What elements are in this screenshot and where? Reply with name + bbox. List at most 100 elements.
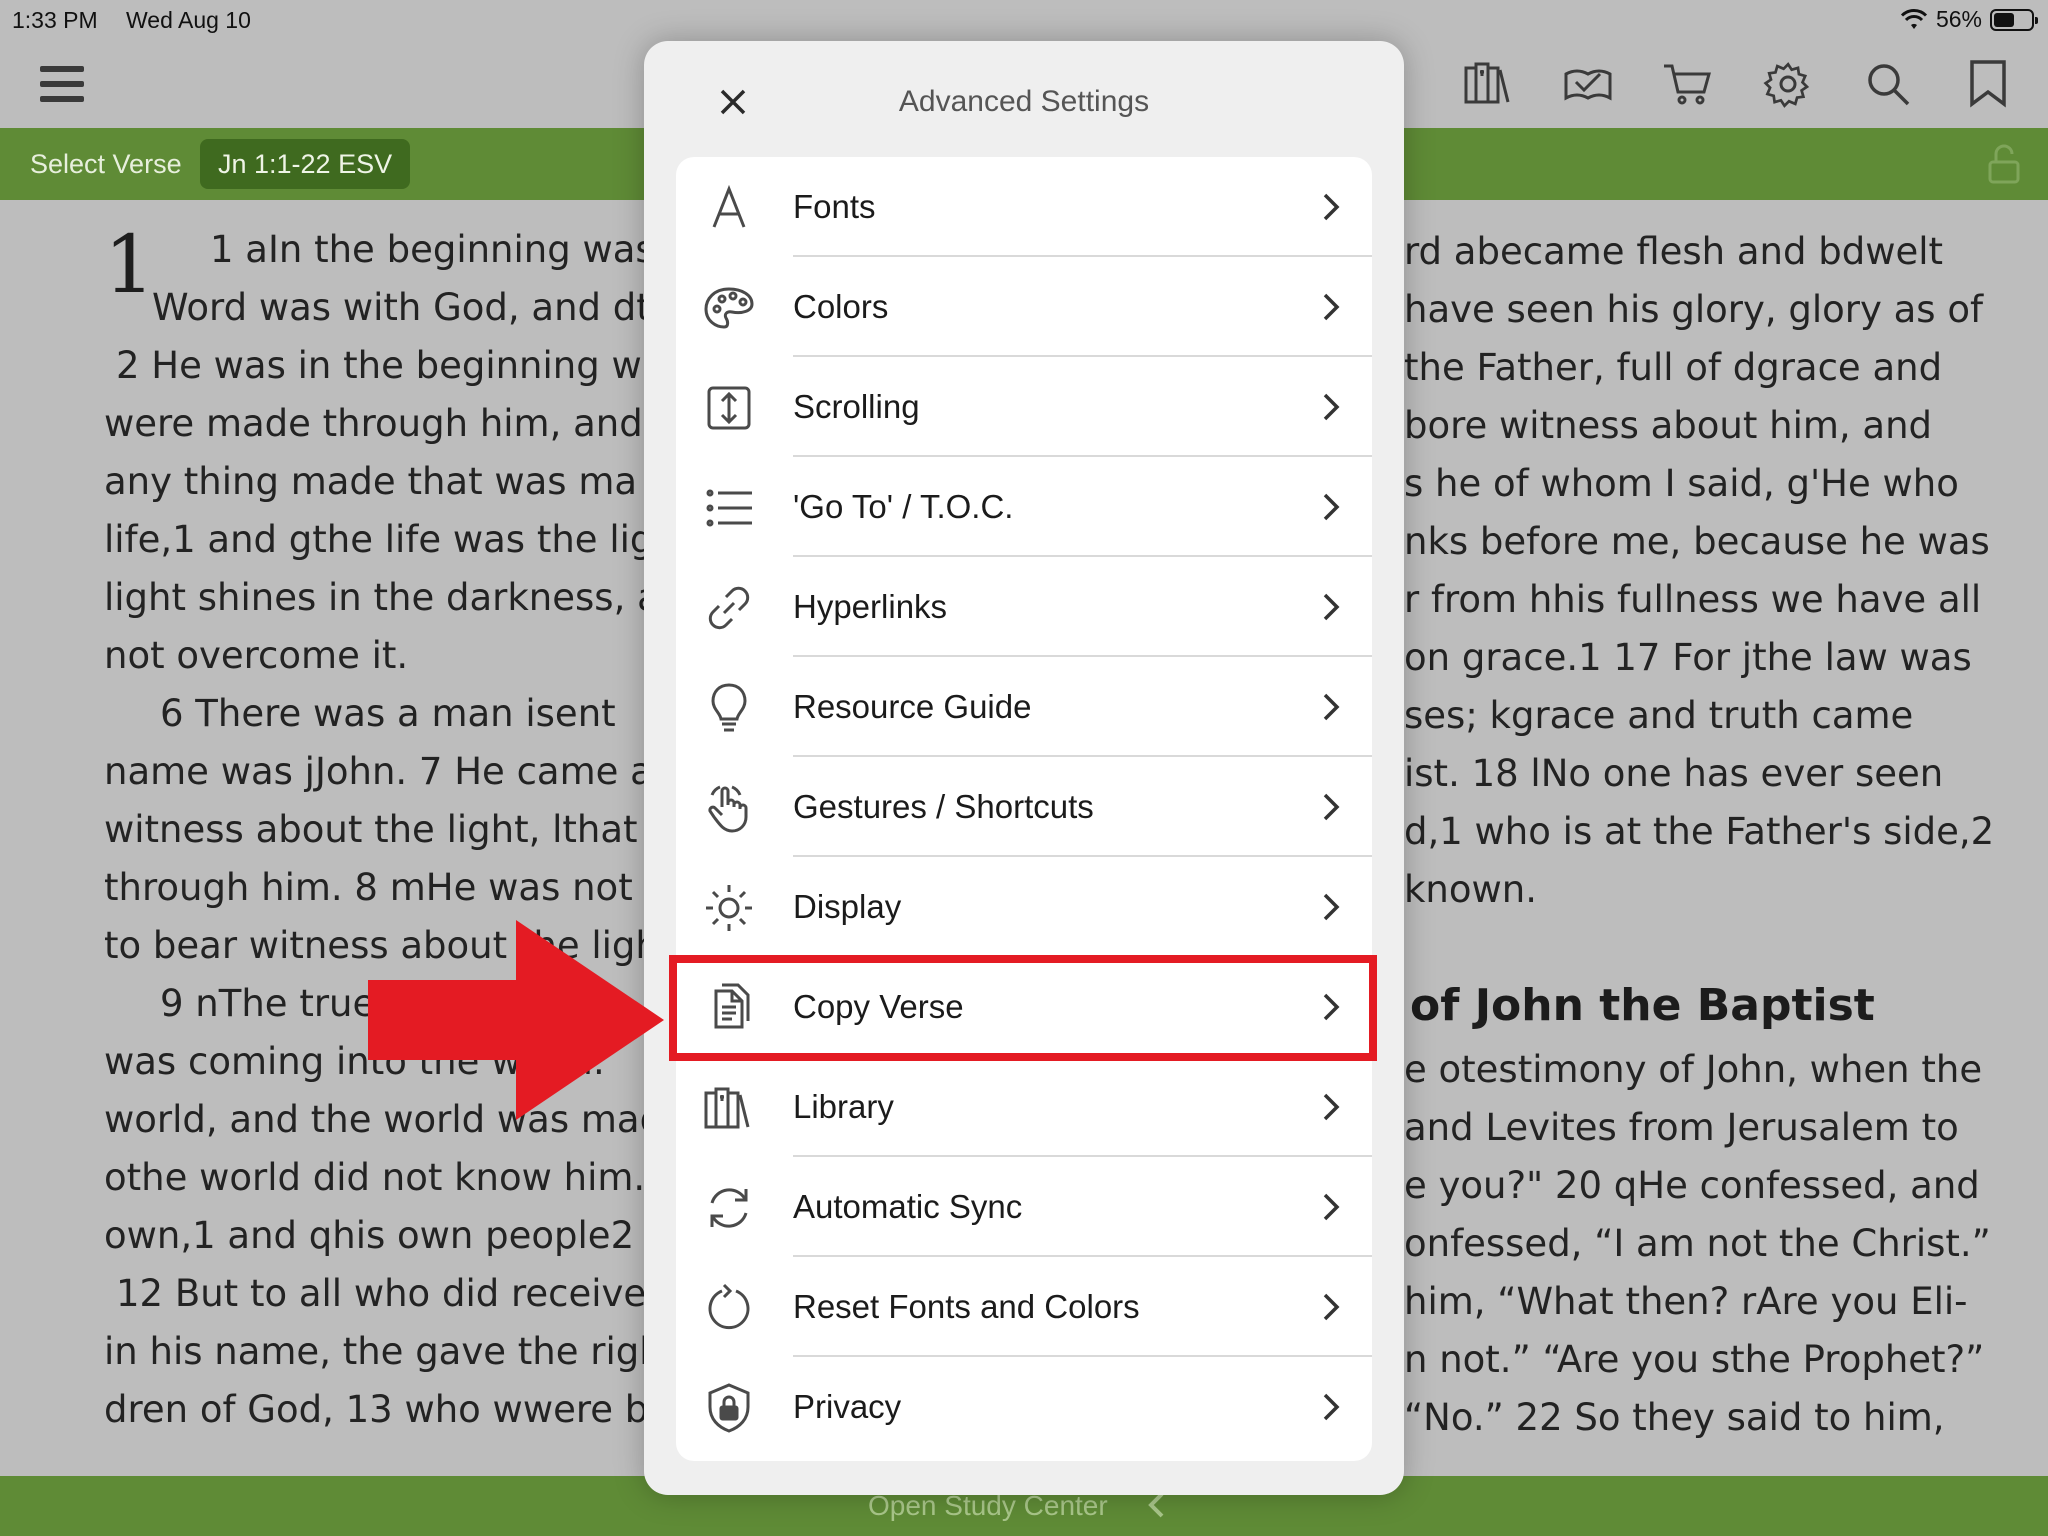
reading-line: Word was with God, and dt [152, 286, 651, 329]
reading-line: 1 aIn the beginning was b [210, 228, 690, 271]
passage-reference[interactable]: Jn 1:1-22 ESV [200, 139, 411, 189]
reading-line: “No.” 22 So they said to him, [1404, 1396, 1945, 1439]
section-heading: of John the Baptist [1410, 980, 1875, 1031]
menu-item-privacy[interactable]: Privacy [676, 1357, 1372, 1457]
status-time: 1:33 PM [12, 7, 98, 33]
reading-line: s he of whom I said, g'He who [1404, 462, 1959, 505]
menu-item-fonts[interactable]: Fonts [676, 157, 1372, 257]
hand-icon [702, 781, 756, 835]
menu-item-automatic-sync[interactable]: Automatic Sync [676, 1157, 1372, 1257]
scroll-icon [702, 381, 756, 435]
reading-line: were made through him, and w [104, 402, 685, 445]
chevron-right-icon [1316, 791, 1346, 823]
chevron-right-icon [1316, 1391, 1346, 1423]
reading-line: bore witness about him, and [1404, 404, 1933, 447]
reading-line: 12 But to all who did receive [116, 1272, 647, 1315]
bookmark-icon[interactable] [1962, 58, 2014, 110]
menu-item-label: Library [793, 1088, 894, 1125]
menu-item-label: Hyperlinks [793, 588, 948, 625]
unlock-icon[interactable] [1982, 142, 2026, 186]
menu-item-colors[interactable]: Colors [676, 257, 1372, 357]
advanced-settings-dialog: Advanced Settings Fonts Colors Scrolling 'G… [644, 41, 1404, 1495]
shield-lock-icon [702, 1381, 756, 1435]
menu-item-hyperlinks[interactable]: Hyperlinks [676, 557, 1372, 657]
menu-icon[interactable] [36, 58, 88, 110]
chevron-right-icon [1316, 991, 1346, 1023]
reading-line: own,1 and qhis own people2 rd [104, 1214, 684, 1257]
close-icon[interactable] [718, 87, 748, 117]
chapter-number: 1 [104, 218, 155, 311]
reading-line: dren of God, 13 who wwere b [104, 1388, 649, 1431]
reading-line: and Levites from Jerusalem to [1404, 1106, 1959, 1149]
menu-item-library[interactable]: Library [676, 1057, 1372, 1157]
menu-item-label: Automatic Sync [793, 1188, 1023, 1225]
menu-item-reset-fonts-and-colors[interactable]: Reset Fonts and Colors [676, 1257, 1372, 1357]
reading-line: n not.” “Are you sthe Prophet?” [1404, 1338, 1985, 1381]
chevron-right-icon [1316, 391, 1346, 423]
reading-line: known. [1404, 868, 1537, 911]
menu-item-copy-verse[interactable]: Copy Verse [676, 957, 1372, 1057]
link-icon [702, 581, 756, 635]
reading-line: not overcome it. [104, 634, 409, 677]
reading-line: was coming into the world. [104, 1040, 605, 1083]
reading-line: to bear witness about the light. [104, 924, 686, 967]
sync-icon [702, 1181, 756, 1235]
reading-line: d,1 who is at the Father's side,2 [1404, 810, 1995, 853]
gear-icon[interactable] [1762, 58, 1814, 110]
reading-line: ses; kgrace and truth came [1404, 694, 1914, 737]
reading-line: onfessed, “I am not the Christ.” [1404, 1222, 1991, 1265]
menu-item-display[interactable]: Display [676, 857, 1372, 957]
close-button[interactable] [702, 71, 764, 133]
reading-line: him, “What then? rAre you Eli- [1404, 1280, 1968, 1323]
chevron-right-icon [1316, 1291, 1346, 1323]
battery-percent: 56% [1935, 6, 1982, 32]
reading-line: any thing made that was ma [104, 460, 638, 503]
reading-line: life,1 and gthe life was the lig [104, 518, 654, 561]
chevron-right-icon [1316, 591, 1346, 623]
lightbulb-icon [702, 681, 756, 735]
menu-item-go-to-t-o-c[interactable]: 'Go To' / T.O.C. [676, 457, 1372, 557]
cart-icon[interactable] [1662, 58, 1714, 110]
settings-menu: Fonts Colors Scrolling 'Go To' / T.O.C. Hype… [676, 157, 1372, 1461]
battery-level [1994, 12, 2015, 27]
reading-line: the Father, full of dgrace and [1404, 346, 1943, 389]
reading-line: 2 He was in the beginning with [116, 344, 690, 387]
menu-item-scrolling[interactable]: Scrolling [676, 357, 1372, 457]
chevron-right-icon [1316, 191, 1346, 223]
reading-line: on grace.1 17 For jthe law was [1404, 636, 1972, 679]
menu-item-label: Colors [793, 288, 889, 325]
menu-item-label: Copy Verse [793, 988, 964, 1025]
reading-line: e you?" 20 qHe confessed, and [1404, 1164, 1980, 1207]
reading-line: r from hhis fullness we have all [1404, 578, 1982, 621]
reading-line: have seen his glory, glory as of [1404, 288, 1984, 331]
sun-icon [702, 881, 756, 935]
menu-item-label: Fonts [793, 188, 876, 225]
reading-line: 6 There was a man isent [160, 692, 616, 735]
menu-item-label: Resource Guide [793, 688, 1032, 725]
library-icon[interactable] [1462, 58, 1514, 110]
reading-line: e otestimony of John, when the [1404, 1048, 1983, 1091]
menu-item-gestures-shortcuts[interactable]: Gestures / Shortcuts [676, 757, 1372, 857]
menu-item-resource-guide[interactable]: Resource Guide [676, 657, 1372, 757]
chevron-right-icon [1316, 891, 1346, 923]
reset-icon [702, 1281, 756, 1335]
menu-item-label: Scrolling [793, 388, 920, 425]
menu-item-label: Gestures / Shortcuts [793, 788, 1094, 825]
menu-item-label: Display [793, 888, 902, 925]
status-right: 56% [1900, 6, 2038, 33]
wifi-icon [1900, 8, 1928, 31]
select-verse-button[interactable]: Select Verse [30, 149, 182, 180]
copy-icon [702, 981, 756, 1035]
reading-line: ist. 18 lNo one has ever seen [1404, 752, 1944, 795]
chevron-right-icon [1316, 1191, 1346, 1223]
reading-plan-icon[interactable] [1562, 58, 1614, 110]
search-icon[interactable] [1862, 58, 1914, 110]
reading-line: othe world did not know him. [104, 1156, 646, 1199]
library-icon [702, 1081, 756, 1135]
reading-line: 9 nThe true [160, 982, 376, 1025]
list-icon [702, 481, 756, 535]
reading-line: world, and the world was mad [104, 1098, 664, 1141]
reading-line: witness about the light, lthat [104, 808, 638, 851]
reading-line: rd abecame flesh and bdwelt [1404, 230, 1944, 273]
reading-line: name was jJohn. 7 He came as [104, 750, 673, 793]
